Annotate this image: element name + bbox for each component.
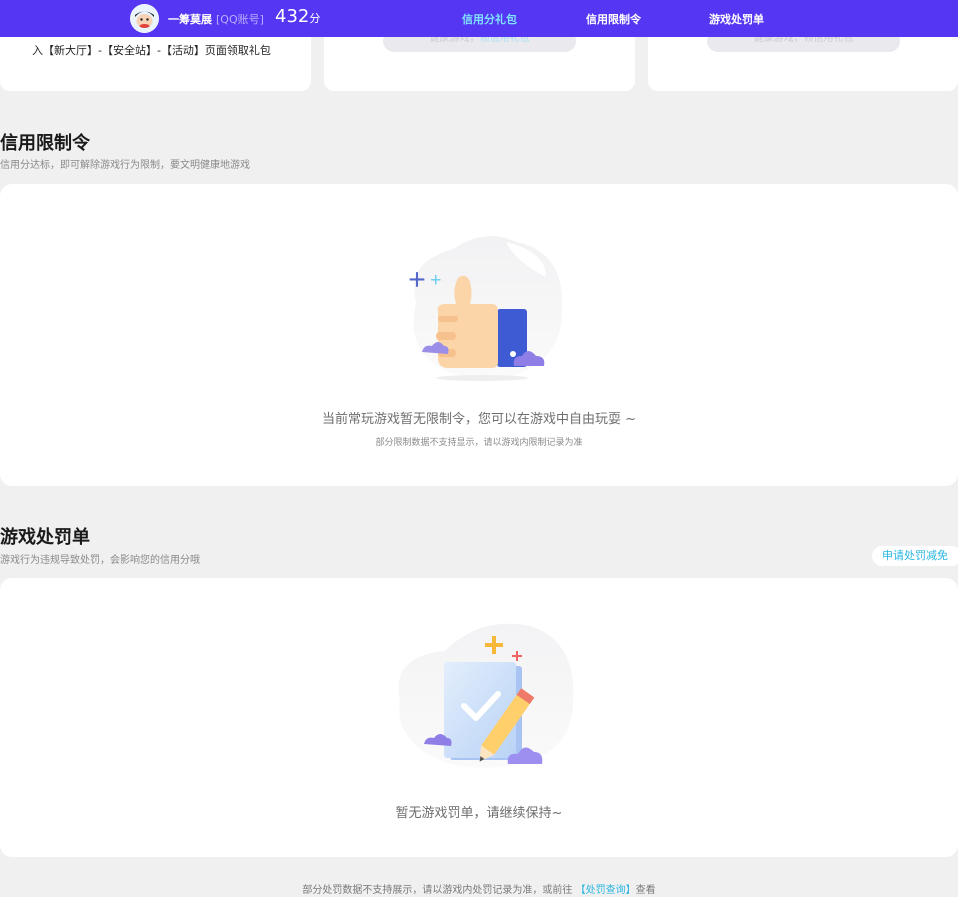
gift-card-instruction: 入【新大厅】-【安全站】-【活动】页面领取礼包 [32, 44, 271, 57]
thumbs-up-illustration [409, 236, 563, 381]
avatar[interactable] [130, 4, 159, 33]
account-type-label: [QQ账号] [216, 13, 264, 26]
top-nav-bar: 一筹莫展 [QQ账号] 432分 信用分礼包 信用限制令 游戏处罚单 [0, 0, 958, 37]
penalty-section-subtitle: 游戏行为违规导致处罚，会影响您的信用分哦 [0, 555, 200, 566]
limit-empty-note: 部分限制数据不支持显示，请以游戏内限制记录为准 [375, 438, 583, 448]
nav-credit-limit[interactable]: 信用限制令 [586, 11, 641, 27]
apply-penalty-reduction-button[interactable]: 申请处罚减免 [872, 546, 958, 566]
penalty-empty-message: 暂无游戏罚单，请继续保持~ [395, 806, 563, 821]
limit-section-subtitle: 信用分达标，即可解除游戏行为限制，要文明健康地游戏 [0, 160, 250, 171]
checklist-pencil-illustration [398, 623, 574, 768]
penalty-panel: 暂无游戏罚单，请继续保持~ [0, 578, 958, 857]
user-name: 一筹莫展 [168, 13, 212, 26]
penalty-query-link[interactable]: 【处罚查询】 [576, 885, 636, 896]
footer-note: 部分处罚数据不支持展示，请以游戏内处罚记录为准，或前往 【处罚查询】查看 [302, 885, 656, 896]
nav-penalty-list[interactable]: 游戏处罚单 [709, 11, 764, 27]
limit-panel: 当前常玩游戏暂无限制令，您可以在游戏中自由玩耍 ~ 部分限制数据不支持显示，请以… [0, 184, 958, 486]
credit-score: 432分 [275, 6, 321, 27]
penalty-section-title: 游戏处罚单 [0, 527, 90, 548]
limit-section-title: 信用限制令 [0, 133, 90, 154]
limit-empty-message: 当前常玩游戏暂无限制令，您可以在游戏中自由玩耍 ~ [321, 412, 637, 427]
nav-credit-gift[interactable]: 信用分礼包 [462, 11, 517, 27]
